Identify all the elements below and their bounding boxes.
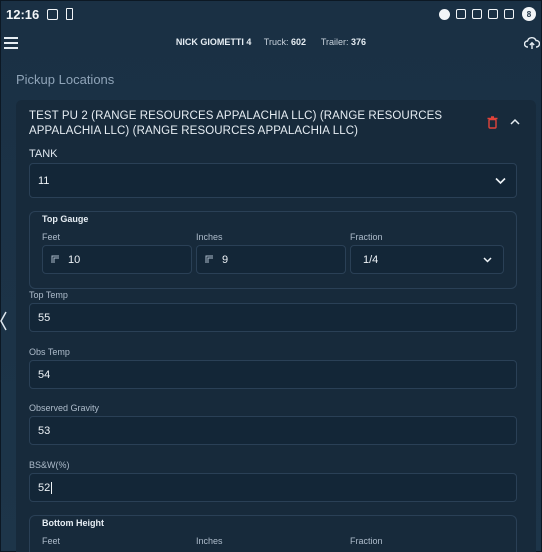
number-format-icon xyxy=(51,255,59,263)
number-format-icon xyxy=(205,255,213,263)
bottom-height-inches-label: Inches xyxy=(196,536,223,546)
mute-icon xyxy=(456,9,466,19)
chevron-down-icon xyxy=(483,256,492,263)
tank-label: TANK xyxy=(29,148,58,160)
top-gauge-inches-value: 9 xyxy=(222,253,229,266)
top-gauge-feet-value: 10 xyxy=(68,253,81,266)
battery-icon: 8 xyxy=(522,7,536,21)
obs-temp-input[interactable]: 54 xyxy=(29,360,517,389)
bottom-height-fraction-label: Fraction xyxy=(350,536,383,546)
dnd-icon xyxy=(439,8,450,20)
truck-number: 602 xyxy=(290,37,306,47)
bottom-height-feet-label: Feet xyxy=(42,536,61,546)
trash-icon[interactable] xyxy=(487,116,498,129)
app-bar: NICK GIOMETTI 4 Truck: 602 Trailer: 376 xyxy=(0,28,542,58)
signal-icon xyxy=(504,9,514,19)
top-gauge-inches-label: Inches xyxy=(196,232,223,242)
observed-gravity-label: Observed Gravity xyxy=(29,403,100,413)
status-bar: 12:16 8 xyxy=(0,0,542,28)
bsw-input[interactable]: 52 xyxy=(29,473,517,502)
chevron-left-icon[interactable] xyxy=(0,310,8,332)
phone-icon xyxy=(66,8,74,20)
bottom-height-title: Bottom Height xyxy=(42,518,104,528)
tank-value: 11 xyxy=(38,174,50,187)
obs-temp-value: 54 xyxy=(38,368,51,381)
driver-name: NICK GIOMETTI 4 xyxy=(175,37,252,47)
screenshot-icon xyxy=(47,8,59,20)
text-cursor xyxy=(51,481,53,494)
top-gauge-inches-input[interactable]: 9 xyxy=(196,245,346,274)
top-gauge-feet-label: Feet xyxy=(42,232,61,242)
chevron-down-icon xyxy=(495,177,506,184)
top-temp-input[interactable]: 55 xyxy=(29,303,517,332)
top-gauge-fraction-value: 1/4 xyxy=(363,253,379,266)
bsw-value: 52 xyxy=(38,481,51,494)
vehicle-info: NICK GIOMETTI 4 Truck: 602 Trailer: 376 xyxy=(0,37,542,47)
top-gauge-fraction-select[interactable]: 1/4 xyxy=(350,245,504,274)
chevron-up-icon[interactable] xyxy=(509,117,521,127)
top-temp-value: 55 xyxy=(38,311,51,324)
bsw-label: BS&W(%) xyxy=(29,460,70,470)
section-title: Pickup Locations xyxy=(16,72,115,87)
wifi-icon xyxy=(488,9,498,19)
observed-gravity-input[interactable]: 53 xyxy=(29,416,517,445)
top-gauge-fraction-label: Fraction xyxy=(350,232,383,242)
cloud-upload-icon[interactable] xyxy=(524,35,540,51)
top-gauge-feet-input[interactable]: 10 xyxy=(42,245,192,274)
location-icon xyxy=(472,9,482,19)
trailer-label: Trailer: xyxy=(320,37,349,47)
status-time: 12:16 xyxy=(6,6,40,22)
pickup-title: TEST PU 2 (RANGE RESOURCES APPALACHIA LL… xyxy=(29,110,443,137)
trailer-number: 376 xyxy=(351,37,367,47)
top-temp-label: Top Temp xyxy=(29,290,68,300)
obs-temp-label: Obs Temp xyxy=(29,347,70,357)
tank-select[interactable]: 11 xyxy=(29,163,517,198)
truck-label: Truck: xyxy=(263,37,289,47)
top-gauge-title: Top Gauge xyxy=(42,214,89,224)
observed-gravity-value: 53 xyxy=(38,424,51,437)
